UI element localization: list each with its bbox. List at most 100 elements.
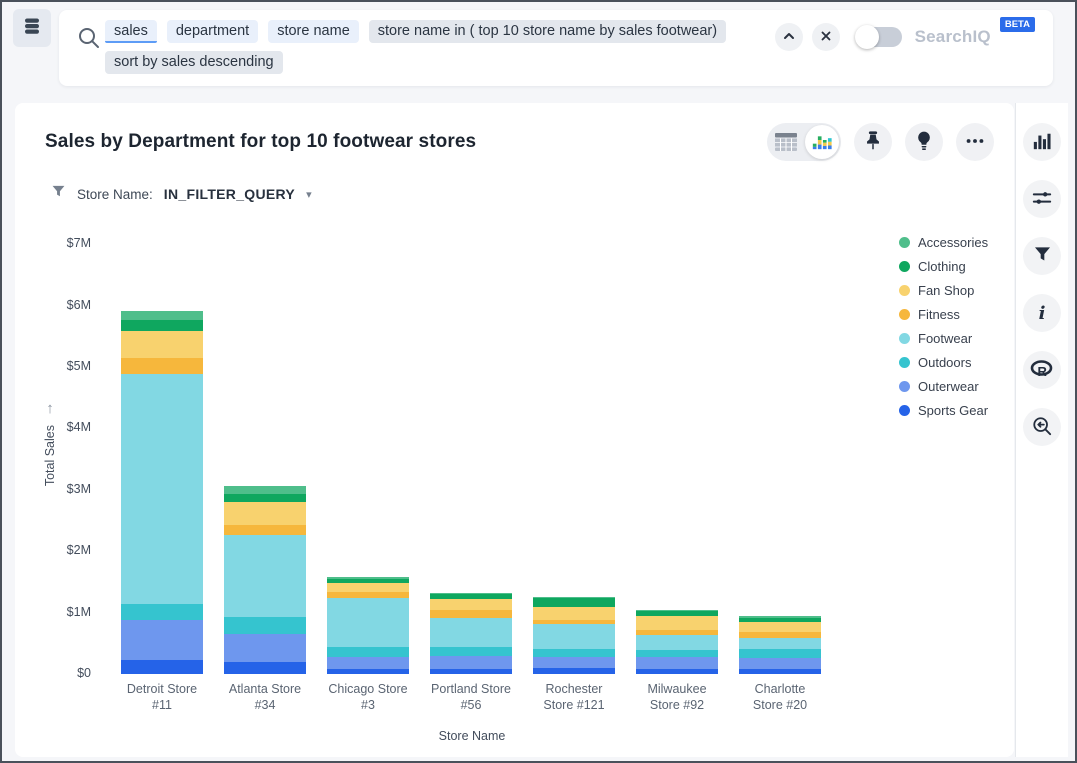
bar-segment[interactable] [121,358,203,373]
pin-button[interactable] [854,123,892,161]
bar-segment[interactable] [224,486,306,495]
search-token[interactable]: store name [268,20,359,43]
bar-segment[interactable] [739,622,821,632]
bar-segment[interactable] [739,669,821,674]
legend-item[interactable]: Outerwear [899,374,988,398]
lightbulb-icon [913,130,935,155]
bar-segment[interactable] [430,610,512,618]
bar-segment[interactable] [121,311,203,320]
bar-segment[interactable] [327,583,409,592]
more-options-button[interactable] [956,123,994,161]
search-token[interactable]: store name in ( top 10 store name by sal… [369,20,726,43]
bar-segment[interactable] [533,668,615,674]
collapse-search-button[interactable] [775,23,803,51]
legend-item[interactable]: Fitness [899,302,988,326]
stacked-bar [636,610,718,674]
y-tick-label: $3M [33,482,91,496]
chevron-down-icon[interactable]: ▾ [306,188,312,201]
bar-segment[interactable] [224,634,306,662]
bar-segment[interactable] [636,635,718,650]
bar-segment[interactable] [533,649,615,657]
r-analysis-button[interactable]: R [1023,351,1061,389]
legend-item[interactable]: Accessories [899,230,988,254]
legend-item[interactable]: Sports Gear [899,398,988,422]
bar-segment[interactable] [121,374,203,604]
x-category-label: RochesterStore #121 [518,681,630,714]
search-token[interactable]: sales [105,20,157,43]
bar-segment[interactable] [430,647,512,656]
r-logo-icon: R [1030,358,1054,383]
bar-segment[interactable] [224,662,306,674]
pin-icon [862,130,884,155]
bar-segment[interactable] [430,599,512,610]
bar-segment[interactable] [224,502,306,525]
chart-view-button[interactable] [805,125,839,159]
x-axis-title: Store Name [112,729,832,743]
bar-segment[interactable] [327,657,409,669]
y-tick-label: $1M [33,605,91,619]
x-category-label: Atlanta Store#34 [209,681,321,714]
stacked-chart-icon [811,129,833,156]
x-category-label: Detroit Store#11 [106,681,218,714]
database-icon [22,16,42,41]
filter-value[interactable]: IN_FILTER_QUERY [164,186,295,202]
legend-item[interactable]: Clothing [899,254,988,278]
table-view-button[interactable] [774,132,798,157]
bar-segment[interactable] [636,650,718,657]
bar-segment[interactable] [739,638,821,649]
bar-segment[interactable] [636,657,718,669]
right-sidebar: i R [1015,103,1068,757]
bar-segment[interactable] [121,620,203,660]
clear-search-button[interactable] [812,23,840,51]
legend-item[interactable]: Fan Shop [899,278,988,302]
searchiq-toggle[interactable] [857,27,902,47]
bar-segment[interactable] [224,535,306,617]
bar-segment[interactable] [533,598,615,607]
bar-segment[interactable] [739,649,821,658]
table-icon [774,139,798,156]
app-window: sales department store name store name in (… [0,0,1077,763]
configure-button[interactable] [1023,180,1061,218]
bar-segment[interactable] [430,618,512,647]
bar-segment[interactable] [636,616,718,630]
bar-segment[interactable] [739,658,821,669]
bar-segment[interactable] [533,624,615,649]
legend-label: Clothing [918,259,966,274]
bar-segment[interactable] [121,320,203,331]
x-category-label: MilwaukeeStore #92 [621,681,733,714]
chart-type-button[interactable] [1023,123,1061,161]
bar-segment[interactable] [533,657,615,668]
bar-segment[interactable] [430,669,512,674]
legend-dot [899,285,910,296]
search-token[interactable]: sort by sales descending [105,51,283,74]
bar-segment[interactable] [327,598,409,647]
legend-dot [899,309,910,320]
bar-segment[interactable] [224,494,306,502]
y-tick-label: $5M [33,359,91,373]
explore-button[interactable] [1023,408,1061,446]
bar-segment[interactable] [636,669,718,674]
bar-segment[interactable] [327,669,409,674]
bar-segment[interactable] [533,607,615,620]
y-tick-label: $7M [33,236,91,250]
bar-segment[interactable] [327,647,409,657]
info-icon: i [1039,303,1046,324]
filter-button[interactable] [1023,237,1061,275]
search-bar[interactable]: sales department store name store name in (… [59,10,1053,86]
legend-item[interactable]: Outdoors [899,350,988,374]
answer-title: Sales by Department for top 10 footwear … [45,131,476,153]
bar-segment[interactable] [121,604,203,620]
search-token[interactable]: department [167,20,258,43]
legend-label: Fan Shop [918,283,974,298]
bar-segment[interactable] [430,656,512,669]
info-button[interactable]: i [1023,294,1061,332]
bar-segment[interactable] [224,617,306,634]
data-source-button[interactable] [13,9,51,47]
bar-segment[interactable] [224,525,306,535]
insights-button[interactable] [905,123,943,161]
legend-item[interactable]: Footwear [899,326,988,350]
x-category-label: CharlotteStore #20 [724,681,836,714]
bar-segment[interactable] [121,331,203,359]
bar-segment[interactable] [121,660,203,674]
search-token-row: sales department store name store name in (… [105,20,726,43]
